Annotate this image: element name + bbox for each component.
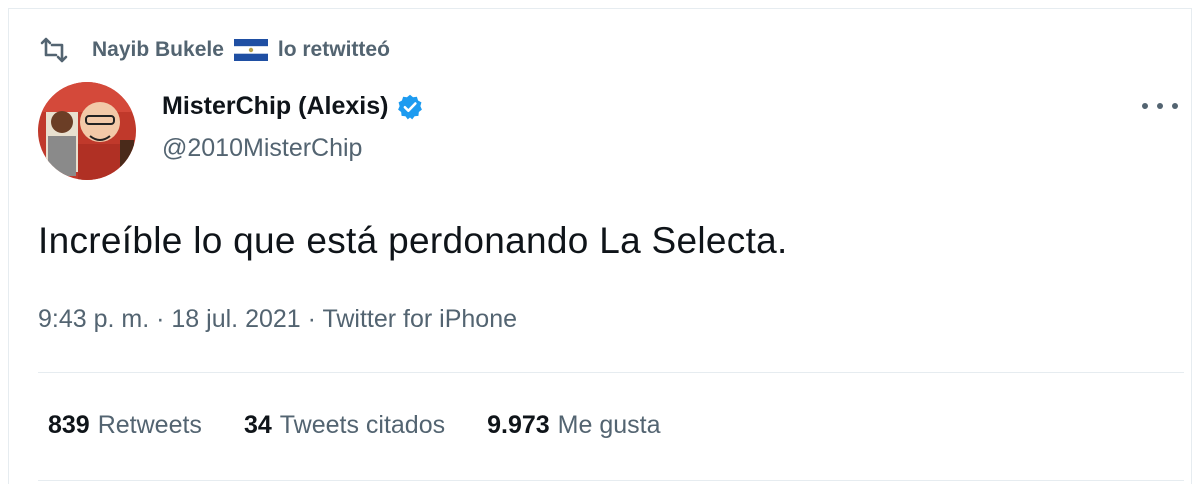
tweet-date: 18 jul. 2021 bbox=[171, 305, 301, 333]
divider bbox=[38, 372, 1184, 373]
divider bbox=[38, 480, 1184, 481]
avatar-image bbox=[38, 82, 136, 180]
quotes-label: Tweets citados bbox=[279, 411, 446, 439]
more-dot-icon bbox=[1157, 103, 1163, 109]
retweet-icon bbox=[40, 37, 68, 63]
tweet-time-link[interactable]: 9:43 p. m. · 18 jul. 2021 bbox=[38, 305, 301, 333]
more-dot-icon bbox=[1142, 103, 1148, 109]
quote-tweets-stat[interactable]: 34 Tweets citados bbox=[244, 411, 445, 440]
tweet-source-link[interactable]: Twitter for iPhone bbox=[322, 305, 517, 333]
retweeter-name[interactable]: Nayib Bukele bbox=[92, 38, 224, 62]
el-salvador-flag-icon bbox=[233, 39, 268, 61]
meta-separator: · bbox=[156, 305, 165, 333]
quotes-count: 34 bbox=[243, 411, 272, 439]
author-avatar[interactable] bbox=[38, 82, 136, 180]
author-name[interactable]: MisterChip (Alexis) bbox=[162, 92, 388, 121]
likes-count: 9.973 bbox=[487, 411, 550, 439]
likes-label: Me gusta bbox=[557, 411, 661, 439]
retweet-action-label: lo retwitteó bbox=[277, 38, 390, 61]
author-handle[interactable]: @2010MisterChip bbox=[162, 134, 362, 163]
retweets-label: Retweets bbox=[97, 411, 202, 439]
retweets-stat[interactable]: 839 Retweets bbox=[48, 411, 202, 440]
retweet-context[interactable]: Nayib Bukele lo retwitteó bbox=[38, 34, 390, 66]
tweet-stats: 839 Retweets 34 Tweets citados 9.973 Me gus… bbox=[48, 411, 703, 440]
author-name-row[interactable]: MisterChip (Alexis) bbox=[162, 92, 424, 121]
more-dot-icon bbox=[1172, 103, 1178, 109]
verified-badge-icon bbox=[398, 94, 423, 119]
meta-separator: · bbox=[307, 305, 316, 333]
likes-stat[interactable]: 9.973 Me gusta bbox=[487, 411, 660, 440]
tweet-text: Increíble lo que está perdonando La Sele… bbox=[38, 220, 788, 261]
tweet-time: 9:43 p. m. bbox=[38, 305, 150, 333]
retweets-count: 839 bbox=[48, 411, 90, 439]
more-options-button[interactable] bbox=[1142, 92, 1178, 120]
tweet-meta: 9:43 p. m. · 18 jul. 2021 · Twitter for … bbox=[38, 305, 517, 334]
